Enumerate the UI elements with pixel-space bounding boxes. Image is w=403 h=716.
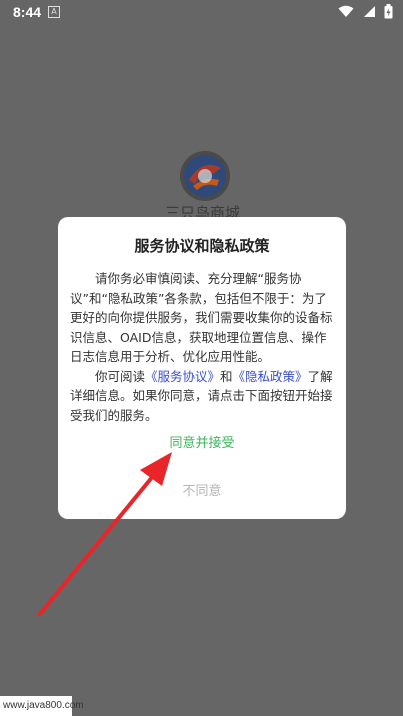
watermark: www.java800.com: [0, 696, 84, 716]
annotation-arrow-icon: [38, 452, 172, 616]
